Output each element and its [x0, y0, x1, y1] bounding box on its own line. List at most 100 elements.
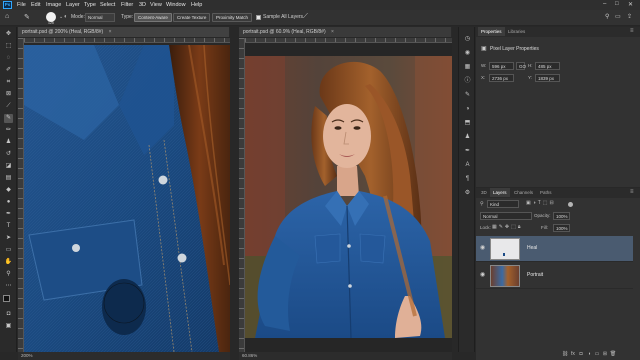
- pressure-size-icon[interactable]: ⟋: [303, 13, 308, 21]
- new-layer-icon[interactable]: ⊞: [601, 351, 609, 357]
- filter-search-icon[interactable]: ⚲: [480, 201, 484, 207]
- visibility-eye-icon[interactable]: ◉: [480, 272, 487, 278]
- lasso-tool-icon[interactable]: ◌: [4, 54, 13, 63]
- dodge-tool-icon[interactable]: ●: [4, 198, 13, 207]
- document-tab-1[interactable]: portrait.psd @ 200% (Heal, RGB/8#) ×: [18, 27, 230, 37]
- create-texture-button[interactable]: Create Texture: [173, 13, 211, 22]
- clone-stamp-tool-icon[interactable]: ♟: [4, 138, 13, 147]
- tab-layers[interactable]: Layers: [490, 188, 510, 197]
- brush-settings-icon[interactable]: ◐: [64, 14, 68, 20]
- rectangle-tool-icon[interactable]: ▭: [4, 246, 13, 255]
- height-field[interactable]: 485 px: [535, 62, 560, 70]
- menu-select[interactable]: Select: [100, 2, 115, 8]
- maximize-button[interactable]: □: [615, 1, 619, 7]
- layer-row-portrait[interactable]: ◉ Portrait: [476, 263, 633, 289]
- tab-channels[interactable]: Channels: [511, 188, 536, 197]
- panel-menu-icon[interactable]: ≡: [630, 28, 634, 34]
- minimize-button[interactable]: –: [603, 1, 606, 7]
- foreground-color-swatch[interactable]: [3, 295, 10, 302]
- filter-toggle-icon[interactable]: [568, 202, 573, 207]
- workspace-icon[interactable]: ▭: [615, 13, 621, 20]
- link-layers-icon[interactable]: ⛓: [561, 351, 569, 357]
- blend-mode-select[interactable]: Normal: [480, 212, 532, 220]
- marquee-tool-icon[interactable]: ⬚: [4, 42, 13, 51]
- fill-field[interactable]: 100%: [553, 224, 570, 232]
- quick-mask-icon[interactable]: ◘: [4, 310, 13, 319]
- close-tab-icon[interactable]: ×: [331, 29, 334, 35]
- menu-layer[interactable]: Layer: [66, 2, 80, 8]
- styles-panel-icon[interactable]: ⬒: [463, 119, 472, 128]
- blur-tool-icon[interactable]: ◆: [4, 186, 13, 195]
- color-panel-icon[interactable]: ◉: [463, 49, 472, 58]
- layer-row-heal[interactable]: ◉ Heal: [476, 236, 633, 262]
- tab-paths[interactable]: Paths: [537, 188, 555, 197]
- adjustments-panel-icon[interactable]: ◑: [463, 105, 472, 114]
- move-tool-icon[interactable]: ✥: [4, 30, 13, 39]
- tab-properties[interactable]: Properties: [478, 27, 505, 36]
- opacity-field[interactable]: 100%: [553, 212, 570, 220]
- history-panel-icon[interactable]: ◷: [463, 35, 472, 44]
- screen-mode-icon[interactable]: ▣: [4, 322, 13, 331]
- eyedropper-tool-icon[interactable]: ⟋: [4, 102, 13, 111]
- menu-help[interactable]: Help: [191, 2, 202, 8]
- path-selection-tool-icon[interactable]: ➤: [4, 234, 13, 243]
- sample-all-layers-checkbox[interactable]: [256, 15, 261, 20]
- layer-filter-select[interactable]: Kind: [487, 200, 519, 208]
- layer-name-portrait[interactable]: Portrait: [527, 272, 543, 278]
- visibility-eye-icon[interactable]: ◉: [480, 245, 487, 251]
- tab-3d[interactable]: 3D: [478, 188, 490, 197]
- menu-filter[interactable]: Filter: [121, 2, 133, 8]
- quick-selection-tool-icon[interactable]: ✐: [4, 66, 13, 75]
- frame-tool-icon[interactable]: ⊠: [4, 90, 13, 99]
- proximity-match-button[interactable]: Proximity Match: [212, 13, 253, 22]
- info-panel-icon[interactable]: ⓘ: [463, 77, 472, 86]
- add-mask-icon[interactable]: ◘: [577, 351, 585, 357]
- mode-select[interactable]: Normal: [85, 13, 115, 22]
- filter-type-icons[interactable]: ▣◑T⬚⊟: [526, 200, 556, 206]
- pen-tool-icon[interactable]: ✒: [4, 210, 13, 219]
- crop-tool-icon[interactable]: ⌗: [4, 78, 13, 87]
- history-brush-tool-icon[interactable]: ↺: [4, 150, 13, 159]
- link-dimensions-icon[interactable]: GO: [516, 62, 526, 70]
- brush-panel-icon[interactable]: ✎: [463, 91, 472, 100]
- zoom-tool-icon[interactable]: ⚲: [4, 270, 13, 279]
- paragraph-panel-icon[interactable]: ¶: [463, 175, 472, 184]
- menu-edit[interactable]: Edit: [31, 2, 40, 8]
- spot-healing-tool-icon[interactable]: ✎: [4, 114, 13, 123]
- delete-layer-icon[interactable]: 🗑︎: [609, 351, 617, 357]
- brush-tool-icon[interactable]: ✏: [4, 126, 13, 135]
- clone-source-panel-icon[interactable]: ♟: [463, 133, 472, 142]
- new-group-icon[interactable]: ▭: [593, 351, 601, 357]
- search-icon[interactable]: ⚲: [605, 13, 609, 20]
- glyphs-panel-icon[interactable]: ⚙: [463, 189, 472, 198]
- character-panel-icon[interactable]: A: [463, 161, 472, 170]
- x-field[interactable]: 2736 px: [489, 74, 514, 82]
- close-tab-icon[interactable]: ×: [109, 29, 112, 35]
- content-aware-button[interactable]: Content-Aware: [134, 13, 172, 22]
- paths-panel-icon[interactable]: ✒: [463, 147, 472, 156]
- share-icon[interactable]: ⇪: [627, 13, 632, 20]
- swatches-panel-icon[interactable]: ▦: [463, 63, 472, 72]
- width-field[interactable]: 596 px: [489, 62, 514, 70]
- more-tools-icon[interactable]: ⋯: [4, 282, 13, 291]
- hand-tool-icon[interactable]: ✋: [4, 258, 13, 267]
- layer-name-heal[interactable]: Heal: [527, 245, 537, 251]
- document-tab-2[interactable]: portrait.psd @ 60.9% (Heal, RGB/8#) ×: [239, 27, 452, 37]
- spot-healing-brush-icon[interactable]: ✎: [24, 13, 30, 21]
- adjustment-layer-icon[interactable]: ◑: [585, 351, 593, 357]
- lock-icons[interactable]: ▦✎✥⬚🔒︎: [492, 224, 523, 230]
- home-icon[interactable]: ⌂: [5, 13, 9, 20]
- menu-type[interactable]: Type: [84, 2, 96, 8]
- menu-image[interactable]: Image: [46, 2, 61, 8]
- gradient-tool-icon[interactable]: ▤: [4, 174, 13, 183]
- y-field[interactable]: 1839 px: [535, 74, 560, 82]
- canvas-closeup-200[interactable]: [24, 45, 230, 352]
- canvas-portrait-60[interactable]: [245, 56, 452, 338]
- tab-libraries[interactable]: Libraries: [505, 27, 528, 36]
- eraser-tool-icon[interactable]: ◪: [4, 162, 13, 171]
- close-button[interactable]: ✕: [628, 1, 633, 8]
- layer-style-icon[interactable]: fx: [569, 351, 577, 357]
- type-tool-icon[interactable]: T: [4, 222, 13, 231]
- menu-3d[interactable]: 3D: [139, 2, 146, 8]
- menu-window[interactable]: Window: [166, 2, 186, 8]
